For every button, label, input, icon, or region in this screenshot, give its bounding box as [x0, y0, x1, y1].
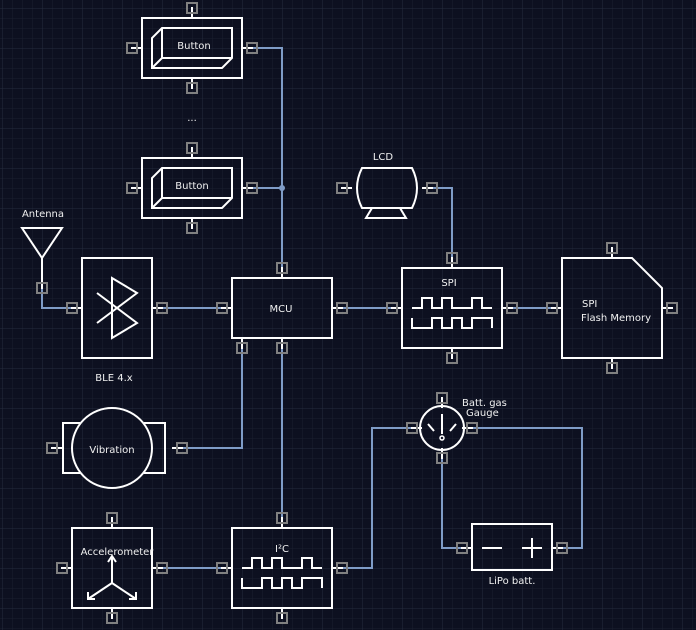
button-2-label: Button	[175, 181, 209, 192]
spi-label: SPI	[441, 278, 456, 289]
wire-junction	[279, 185, 285, 191]
flash-label-line1: SPI	[582, 299, 597, 310]
diagram-canvas: Button ... Button Antenna BLE 4.x MCU LC…	[0, 0, 696, 630]
mcu-label: MCU	[270, 304, 293, 315]
flash-label-line2: Flash Memory	[581, 313, 651, 324]
ellipsis-label: ...	[187, 113, 197, 124]
antenna-label: Antenna	[22, 209, 64, 220]
lcd-label: LCD	[373, 152, 394, 163]
vibration-label: Vibration	[89, 445, 134, 456]
lipo-label: LiPo batt.	[489, 576, 536, 587]
accelerometer-label: Accelerometer	[81, 547, 155, 558]
button-1-label: Button	[177, 41, 211, 52]
ble-label: BLE 4.x	[95, 373, 132, 384]
gauge-label-line2: Gauge	[466, 408, 499, 419]
i2c-label: I²C	[275, 544, 289, 555]
